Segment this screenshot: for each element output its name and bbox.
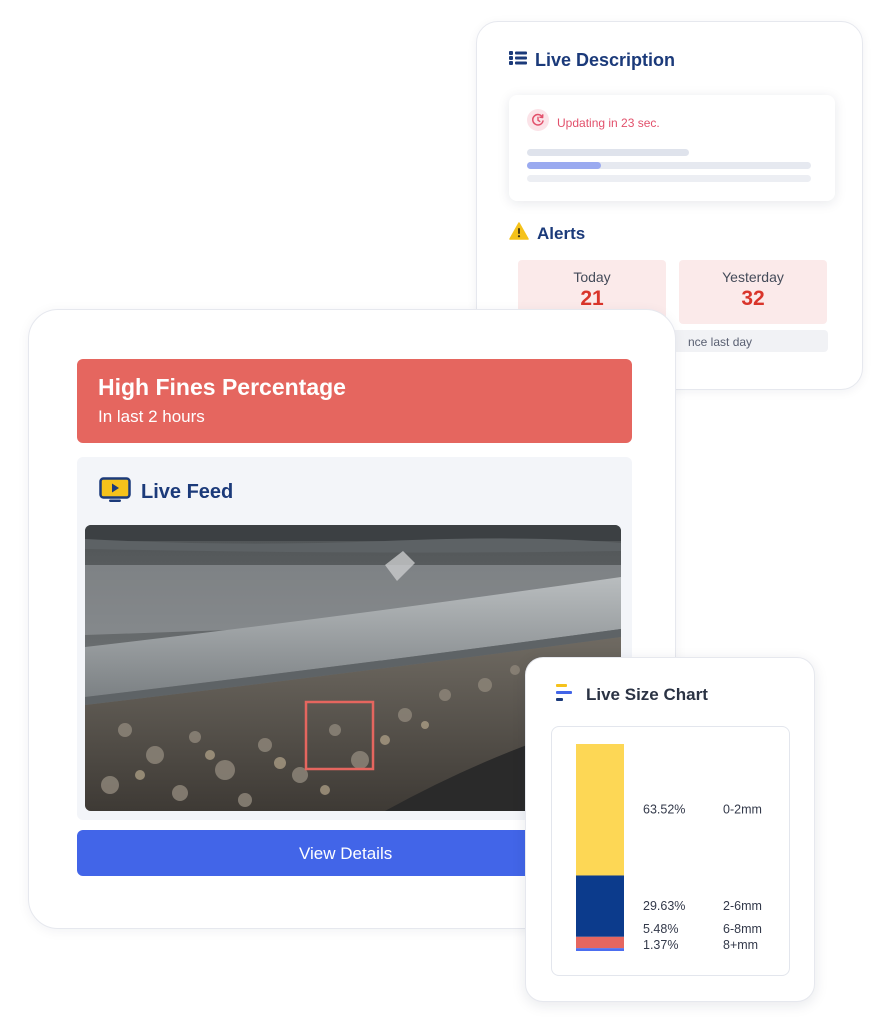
live-description-header: Live Description <box>509 50 675 71</box>
bar-segment-0-2mm <box>576 744 624 876</box>
update-status-box: Updating in 23 sec. <box>509 95 835 201</box>
alerts-title: Alerts <box>537 223 586 243</box>
alert-banner-title: High Fines Percentage <box>98 374 346 400</box>
skeleton-line <box>527 175 811 182</box>
alert-yesterday-label: Yesterday <box>722 269 784 285</box>
data-label-0-2mm: 63.52% <box>643 803 685 817</box>
category-label-8+mm: 8+mm <box>723 938 758 952</box>
skeleton-line <box>527 149 689 156</box>
updating-countdown: Updating in 23 sec. <box>557 115 660 130</box>
size-chart-svg: 63.52% 0-2mm 29.63% 2-6mm 5.48% 6-8mm 1.37% 8+m… <box>576 744 762 952</box>
size-chart-header: Live Size Chart <box>556 684 708 706</box>
alert-yesterday-box: Yesterday 32 <box>679 260 827 324</box>
alert-today-label: Today <box>573 269 611 285</box>
live-feed-header: Live Feed <box>99 477 233 508</box>
refresh-timer-icon <box>527 109 549 136</box>
alert-today-value: 21 <box>580 287 604 310</box>
alert-yesterday-value: 32 <box>741 287 765 310</box>
monitor-play-icon <box>99 477 131 508</box>
alerts-header: Alerts <box>509 222 585 245</box>
alert-banner: High Fines Percentage In last 2 hours <box>77 359 632 443</box>
alert-banner-subtitle: In last 2 hours <box>98 407 205 426</box>
bar-segment-6-8mm <box>576 936 624 949</box>
view-details-label: View Details <box>299 844 393 863</box>
data-label-6-8mm: 5.48% <box>643 922 678 936</box>
update-status-row: Updating in 23 sec. <box>527 109 660 136</box>
live-feed-title: Live Feed <box>141 481 234 503</box>
live-description-title: Live Description <box>535 50 676 70</box>
category-label-0-2mm: 0-2mm <box>723 803 762 817</box>
category-label-6-8mm: 6-8mm <box>723 922 762 936</box>
bar-lines-icon <box>556 684 572 706</box>
since-last-day-text: nce last day <box>688 335 753 349</box>
bar-segment-8+mm <box>576 948 624 951</box>
category-label-2-6mm: 2-6mm <box>723 899 762 913</box>
data-label-2-6mm: 29.63% <box>643 899 685 913</box>
list-icon <box>509 51 527 70</box>
size-chart-title: Live Size Chart <box>586 685 708 704</box>
progress-fill <box>527 162 601 169</box>
size-chart-card: Live Size Chart 63.52% 0-2mm 29.63% 2-6mm 5.… <box>525 657 815 1002</box>
size-chart-plot: 63.52% 0-2mm 29.63% 2-6mm 5.48% 6-8mm 1.37% 8+m… <box>551 726 790 976</box>
warning-icon <box>509 222 529 245</box>
bar-segment-2-6mm <box>576 875 624 937</box>
data-label-8+mm: 1.37% <box>643 938 678 952</box>
